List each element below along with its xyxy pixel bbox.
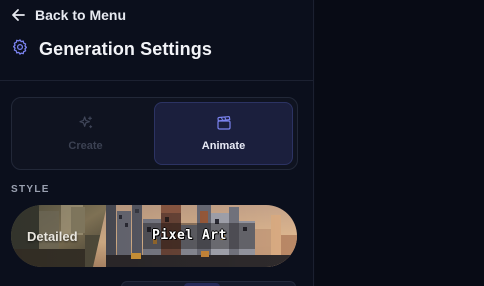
- page-title: Generation Settings: [39, 38, 212, 59]
- header-divider: [0, 80, 313, 81]
- style-option-pixel-art[interactable]: Pixel Art: [152, 228, 227, 243]
- style-section-label: STYLE: [11, 184, 50, 195]
- back-to-menu-link[interactable]: Back to Menu: [11, 5, 126, 25]
- create-mode-button[interactable]: Create: [16, 102, 155, 165]
- app-window: Back to Menu Generation Settings Create …: [0, 0, 484, 286]
- preview-pane: [315, 0, 484, 286]
- page-heading: Generation Settings: [11, 37, 212, 61]
- gear-icon: [11, 38, 29, 61]
- create-mode-label: Create: [68, 140, 103, 152]
- style-option-detailed[interactable]: Detailed: [27, 229, 78, 244]
- mode-toggle-group: Create Animate: [11, 97, 298, 170]
- arrow-left-icon: [11, 8, 25, 22]
- style-selector-slider[interactable]: Detailed Pixel Art: [11, 205, 297, 267]
- animate-mode-label: Animate: [201, 140, 246, 152]
- sparkles-icon: [78, 115, 94, 134]
- animate-mode-button[interactable]: Animate: [154, 102, 293, 165]
- partial-segmented-control[interactable]: [121, 281, 296, 286]
- clapperboard-icon: [216, 115, 232, 134]
- settings-sidebar: Back to Menu Generation Settings Create …: [0, 0, 314, 286]
- back-to-menu-label: Back to Menu: [35, 7, 127, 23]
